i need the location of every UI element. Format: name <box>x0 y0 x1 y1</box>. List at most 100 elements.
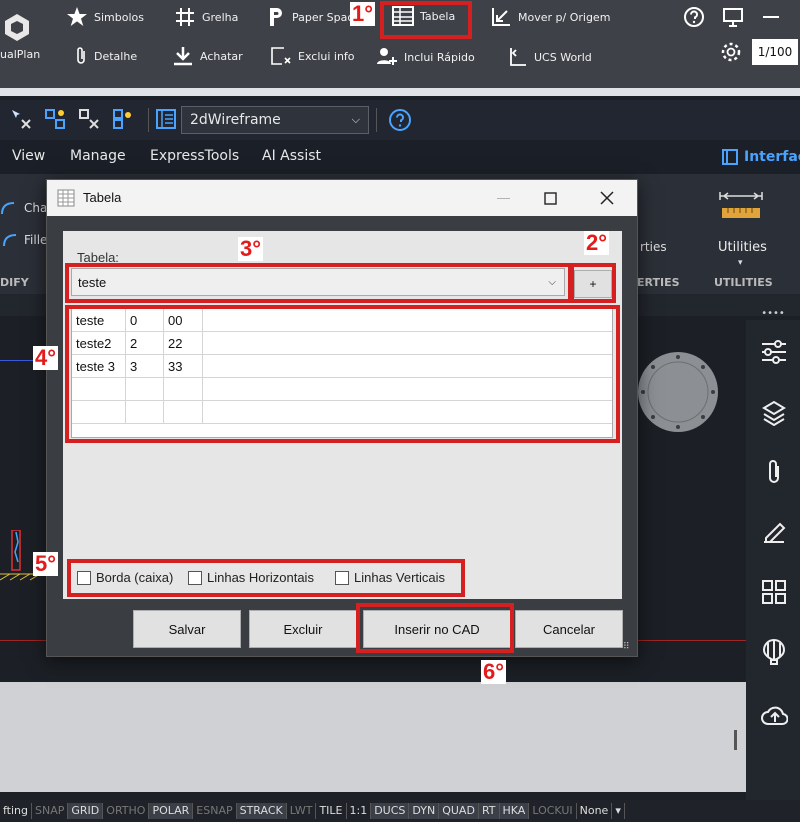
status-toggle[interactable]: ORTHO <box>103 803 150 819</box>
move-origin-icon <box>492 8 510 26</box>
callout-box-4 <box>65 305 620 443</box>
paperspace-button[interactable]: Paper Spac <box>266 6 353 28</box>
hash-icon <box>176 8 194 26</box>
paper-p-icon <box>270 8 282 26</box>
panel-label-modify[interactable]: DIFY <box>0 276 29 289</box>
status-toggle[interactable]: DUCS <box>371 803 410 819</box>
qat-icons <box>10 108 134 130</box>
resize-grip-icon[interactable]: ⠿ <box>623 642 630 652</box>
ucs-world-label: UCS World <box>534 50 592 64</box>
panel-label-utilities[interactable]: UTILITIES <box>714 276 773 289</box>
status-toggle[interactable]: SNAP <box>32 803 69 819</box>
panel-label-properties[interactable]: ERTIES <box>637 276 680 289</box>
dialog-titlebar[interactable]: Tabela — <box>47 180 637 216</box>
monitor-icon[interactable] <box>722 6 744 28</box>
status-menu-icon[interactable]: ▾ <box>612 803 625 819</box>
grid-label: Grelha <box>202 10 239 24</box>
status-toggle[interactable]: TILE <box>316 803 347 819</box>
status-toggle[interactable]: POLAR <box>149 803 194 819</box>
scale-field[interactable]: 1/100 <box>752 39 798 65</box>
dialog-minimize-button[interactable]: — <box>497 190 510 205</box>
exclude-info-label: Exclui info <box>298 49 355 63</box>
status-toggle[interactable]: 1:1 <box>347 803 372 819</box>
grid-apps-icon[interactable] <box>760 578 788 606</box>
delete-button[interactable]: Excluir <box>249 610 357 648</box>
annotation-4: 4° <box>33 345 59 370</box>
symbols-button[interactable]: Simbolos <box>66 6 144 28</box>
qat-divider-2 <box>376 108 377 132</box>
flatten-label: Achatar <box>200 49 243 63</box>
status-toggle[interactable]: ESNAP <box>193 803 237 819</box>
annotation-5: 5° <box>33 551 59 576</box>
app-logo-icon <box>2 12 32 42</box>
viewcube-compass[interactable] <box>638 345 718 443</box>
detail-button[interactable]: Detalhe <box>74 46 137 66</box>
app-label: ualPlan <box>0 48 41 61</box>
cloud-upload-icon[interactable] <box>760 702 788 730</box>
visual-style-value: 2dWireframe <box>190 112 281 128</box>
quick-include-button[interactable]: Inclui Rápido <box>376 46 475 68</box>
status-toggle[interactable]: LOCKUI <box>529 803 577 819</box>
dialog-close-button[interactable] <box>600 191 614 205</box>
settings-gear-icon[interactable] <box>720 41 742 63</box>
select-filter-icon <box>12 110 31 129</box>
grid-button[interactable]: Grelha <box>174 6 238 28</box>
match-props-icon <box>113 109 131 129</box>
visual-style-dropdown[interactable]: 2dWireframe ⌵ <box>181 106 369 134</box>
chamfer-button[interactable]: Cha <box>0 200 47 216</box>
callout-box-6 <box>356 603 514 653</box>
cancel-button[interactable]: Cancelar <box>515 610 623 648</box>
attachment-icon[interactable] <box>760 458 788 486</box>
callout-box-3 <box>65 263 572 303</box>
interface-menu[interactable]: Interfac <box>722 149 800 165</box>
status-toggle[interactable]: None <box>577 803 613 819</box>
annotation-1: 1° <box>350 1 376 26</box>
layers-icon[interactable] <box>760 398 788 426</box>
status-toggle[interactable]: GRID <box>68 803 104 819</box>
status-toggle[interactable]: HKA <box>499 803 530 819</box>
menu-expresstools[interactable]: ExpressTools <box>150 148 239 164</box>
fillet-button[interactable]: Fille <box>0 232 47 248</box>
properties-panel-icon[interactable] <box>156 109 176 133</box>
status-toggle[interactable]: fting <box>0 803 33 819</box>
help-icon[interactable] <box>683 6 705 28</box>
command-panel[interactable] <box>0 682 746 792</box>
edit-block-icon[interactable] <box>760 518 788 546</box>
save-button[interactable]: Salvar <box>133 610 241 648</box>
callout-box-2 <box>570 263 616 303</box>
paperspace-label: Paper Spac <box>292 10 354 24</box>
status-toggle[interactable]: STRACK <box>236 803 287 819</box>
measure-icon[interactable] <box>718 190 764 226</box>
interface-label: Interfac <box>744 149 800 165</box>
utilities-dropdown-icon[interactable]: ▾ <box>738 258 743 268</box>
users-add-icon <box>377 48 397 65</box>
status-toggle[interactable]: LWT <box>287 803 317 819</box>
menu-view[interactable]: View <box>12 148 45 164</box>
ucs-world-button[interactable]: UCS World <box>508 46 592 68</box>
move-origin-label: Mover p/ Origem <box>518 10 611 24</box>
command-scrollbar[interactable] <box>734 730 737 750</box>
help-circle-icon[interactable] <box>388 108 412 136</box>
callout-box-1 <box>380 1 472 39</box>
more-icon[interactable]: •••• <box>746 308 800 320</box>
callout-box-5 <box>67 559 465 597</box>
minimize-icon[interactable] <box>760 6 782 28</box>
toolbar-divider <box>0 88 800 96</box>
menu-manage[interactable]: Manage <box>70 148 126 164</box>
sliders-icon[interactable] <box>760 338 788 366</box>
status-toggle[interactable]: DYN <box>409 803 440 819</box>
flatten-button[interactable]: Achatar <box>172 46 243 66</box>
table-icon <box>57 189 75 207</box>
dialog-maximize-button[interactable] <box>544 192 557 205</box>
move-origin-button[interactable]: Mover p/ Origem <box>490 6 610 28</box>
quick-select-icon <box>45 109 65 129</box>
status-toggle[interactable]: QUAD <box>439 803 479 819</box>
star-icon <box>67 7 87 26</box>
fillet-label: Fille <box>24 233 48 247</box>
properties-button-label[interactable]: rties <box>640 240 667 254</box>
status-toggle[interactable]: RT <box>478 803 500 819</box>
menu-ai-assist[interactable]: AI Assist <box>262 148 321 164</box>
utilities-button[interactable]: Utilities <box>718 240 767 255</box>
balloon-icon[interactable] <box>760 638 788 666</box>
exclude-info-button[interactable]: Exclui info <box>270 46 355 66</box>
